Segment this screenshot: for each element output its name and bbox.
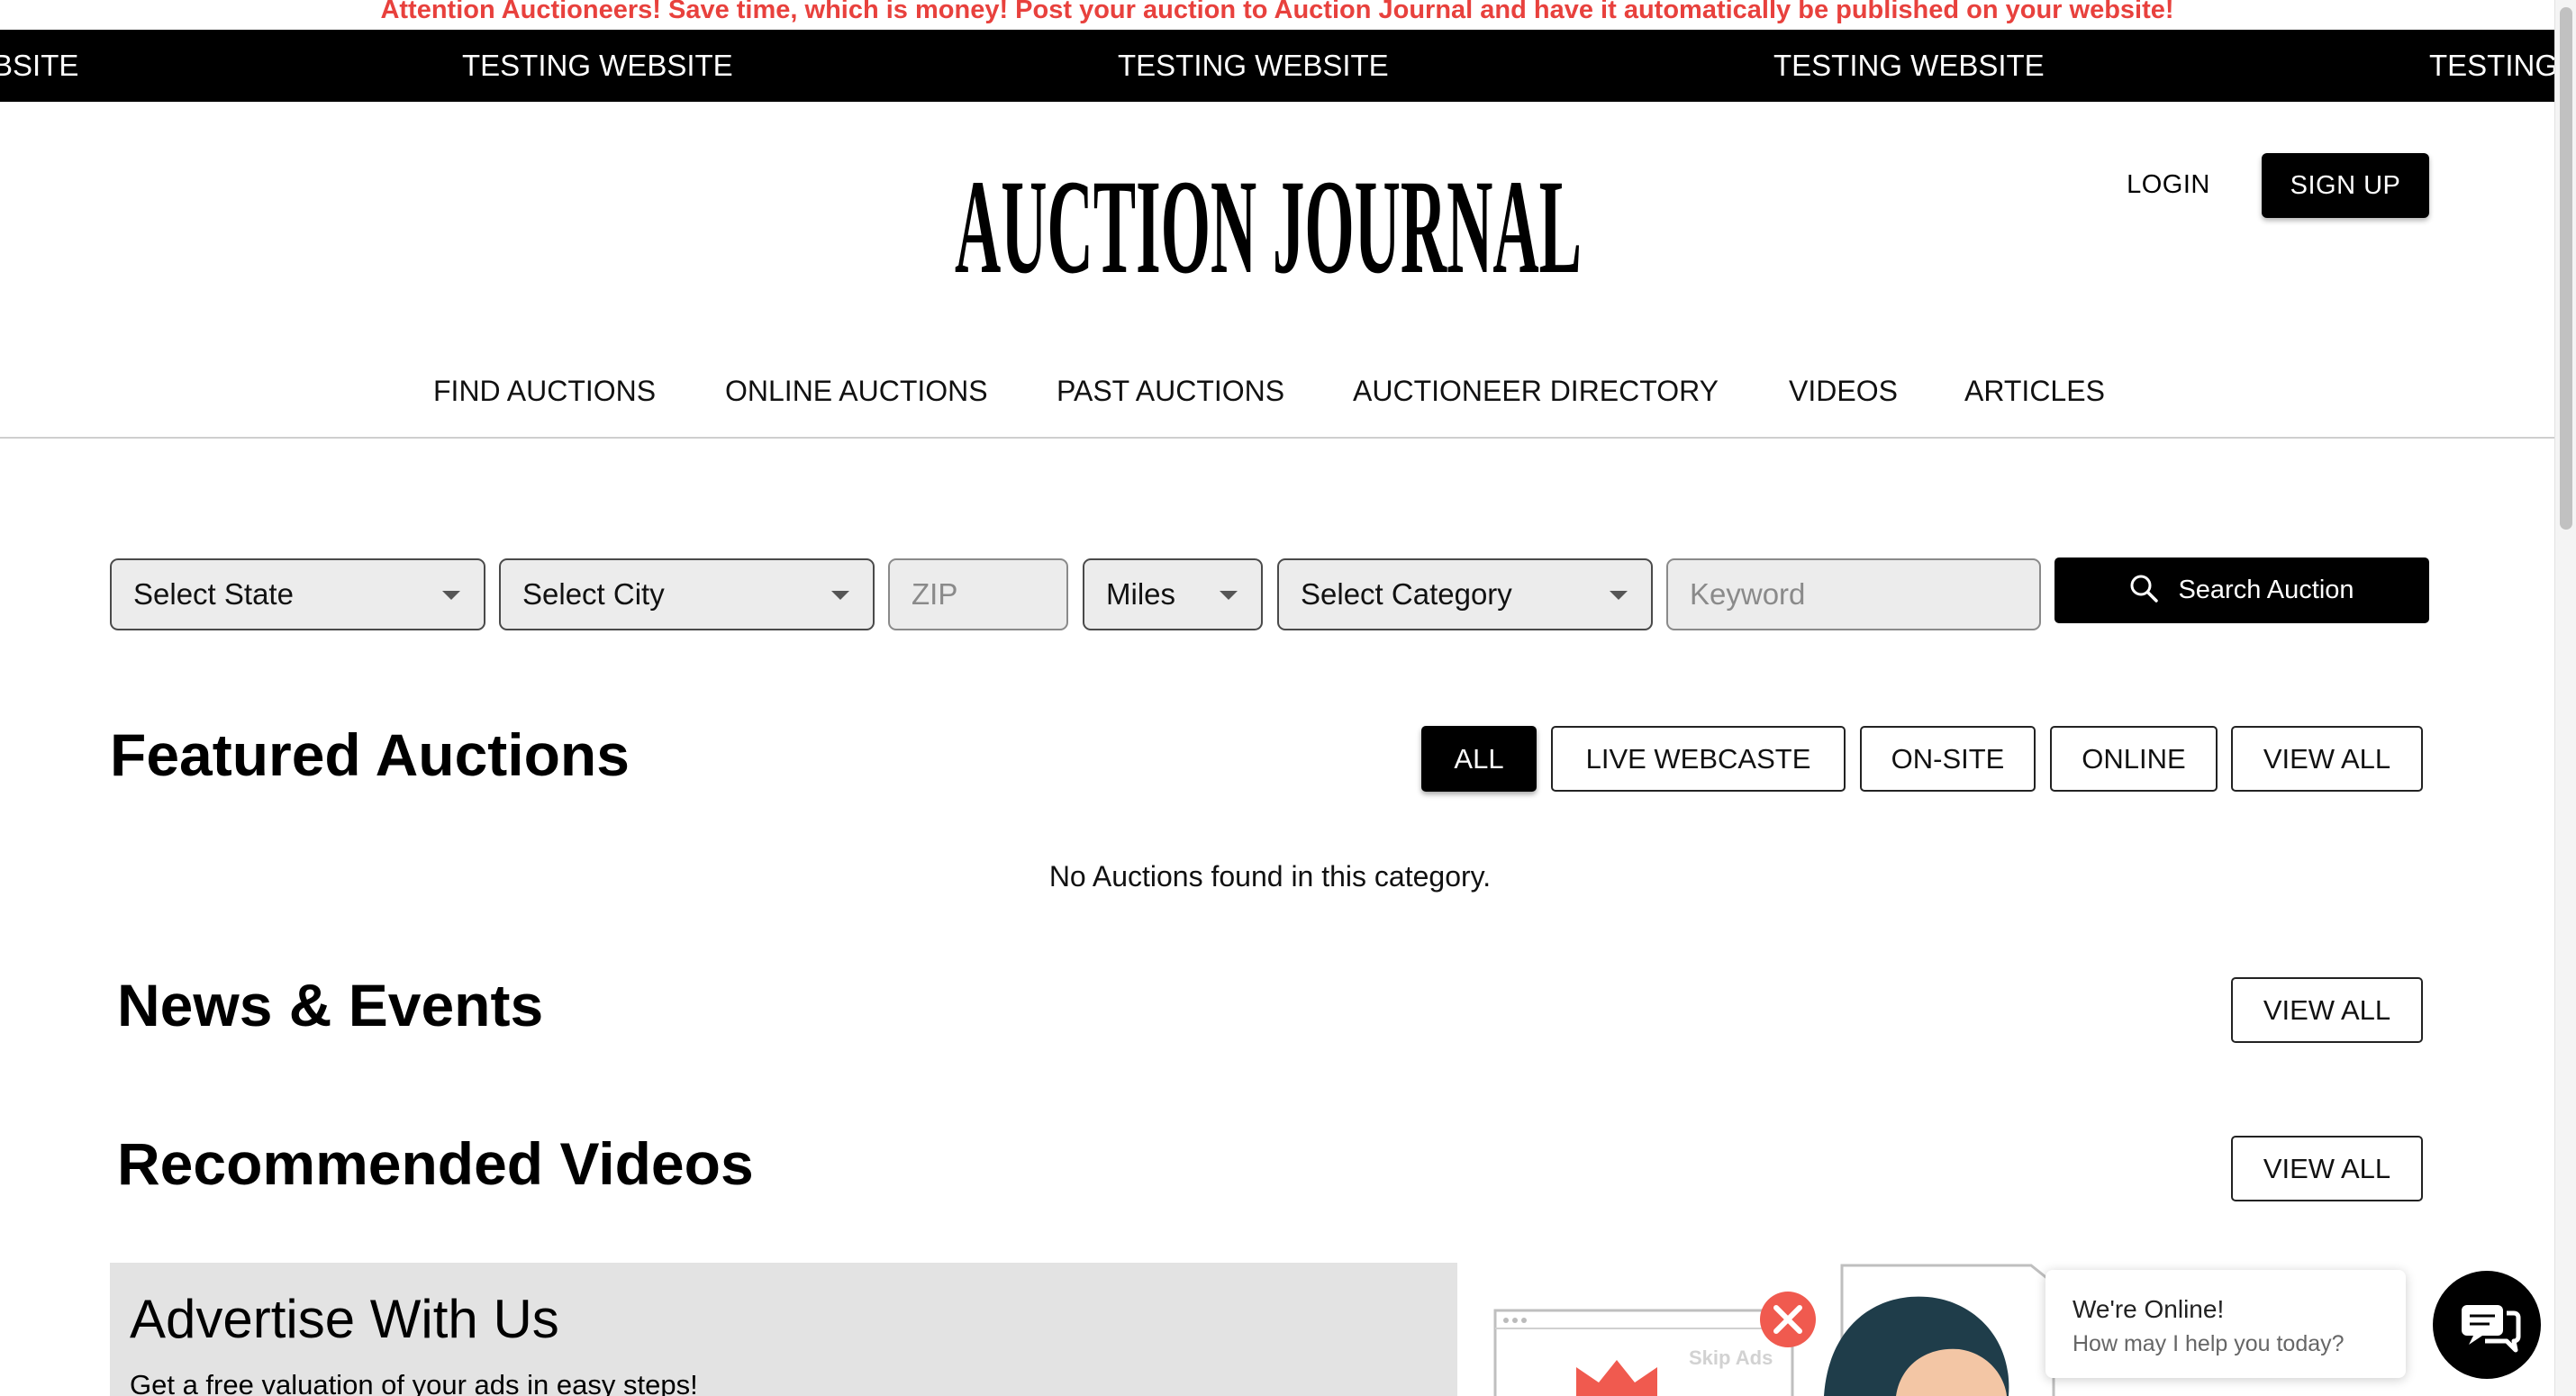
category-select[interactable]: Select Category <box>1277 558 1653 630</box>
site-logo[interactable]: AUCTION JOURNAL <box>953 152 1583 302</box>
nav-auctioneer-directory[interactable]: AUCTIONEER DIRECTORY <box>1353 365 1719 417</box>
announcement-banner: Attention Auctioneers! Save time, which … <box>380 0 2174 24</box>
skip-ads-label: Skip Ads <box>1689 1346 1773 1369</box>
search-icon <box>2130 575 2159 603</box>
chat-launcher-button[interactable] <box>2433 1271 2541 1379</box>
chevron-down-icon <box>1220 591 1238 600</box>
ticker-item: TESTING WEBSITE <box>1773 49 2045 82</box>
zip-input[interactable]: ZIP <box>888 558 1068 630</box>
chevron-down-icon <box>442 591 460 600</box>
filter-online[interactable]: ONLINE <box>2050 726 2218 792</box>
nav-videos[interactable]: VIDEOS <box>1789 365 1898 417</box>
nav-past-auctions[interactable]: PAST AUCTIONS <box>1057 365 1284 417</box>
advertise-subtitle: Get a free valuation of your ads in easy… <box>130 1369 698 1396</box>
filter-on-site[interactable]: ON-SITE <box>1860 726 2036 792</box>
advertise-illustration: Skip Ads <box>1486 1261 2117 1396</box>
filter-all[interactable]: ALL <box>1421 726 1537 792</box>
featured-view-all-button[interactable]: VIEW ALL <box>2231 726 2423 792</box>
keyword-placeholder: Keyword <box>1690 577 1806 611</box>
no-auctions-message: No Auctions found in this category. <box>1048 860 1492 893</box>
chat-popup-title: We're Online! <box>2073 1295 2225 1323</box>
featured-auctions-title: Featured Auctions <box>110 721 630 788</box>
news-view-all-button[interactable]: VIEW ALL <box>2231 977 2423 1043</box>
nav-online-auctions[interactable]: ONLINE AUCTIONS <box>725 365 988 417</box>
chat-bubble-icon <box>2462 1305 2521 1353</box>
nav-find-auctions[interactable]: FIND AUCTIONS <box>433 365 656 417</box>
ticker-item: TESTING WEBSITE <box>462 49 733 82</box>
advertise-panel: Advertise With Us Get a free valuation o… <box>110 1263 1457 1396</box>
search-auction-button[interactable]: Search Auction <box>2054 557 2429 623</box>
videos-view-all-button[interactable]: VIEW ALL <box>2231 1136 2423 1201</box>
logo-text: AUCTION JOURNAL <box>955 160 1582 286</box>
zip-placeholder: ZIP <box>912 577 958 611</box>
chat-popup-subtitle: How may I help you today? <box>2073 1331 2345 1356</box>
chevron-down-icon <box>831 591 849 600</box>
page-scrollbar[interactable] <box>2554 0 2576 1396</box>
chat-popup[interactable]: We're Online! How may I help you today? <box>2045 1270 2406 1378</box>
city-select-value: Select City <box>522 577 665 611</box>
search-button-label: Search Auction <box>2178 576 2354 604</box>
filter-live-webcaste[interactable]: LIVE WEBCASTE <box>1551 726 1846 792</box>
scrollbar-thumb[interactable] <box>2560 7 2572 530</box>
chevron-down-icon <box>1610 591 1628 600</box>
main-nav: FIND AUCTIONS ONLINE AUCTIONS PAST AUCTI… <box>0 365 2554 439</box>
ticker-bar: BSITE TESTING WEBSITE TESTING WEBSITE TE… <box>0 30 2554 102</box>
state-select-value: Select State <box>133 577 294 611</box>
city-select[interactable]: Select City <box>499 558 875 630</box>
signup-button[interactable]: SIGN UP <box>2262 153 2429 218</box>
category-select-value: Select Category <box>1301 577 1512 611</box>
ticker-item: BSITE <box>0 49 79 82</box>
advertise-title: Advertise With Us <box>130 1289 559 1349</box>
miles-select[interactable]: Miles <box>1083 558 1263 630</box>
keyword-input[interactable]: Keyword <box>1666 558 2041 630</box>
news-events-title: News & Events <box>117 972 544 1038</box>
ticker-item: TESTING <box>2429 49 2554 82</box>
state-select[interactable]: Select State <box>110 558 485 630</box>
login-link[interactable]: LOGIN <box>2108 153 2229 216</box>
recommended-videos-title: Recommended Videos <box>117 1130 754 1197</box>
miles-select-value: Miles <box>1106 577 1176 611</box>
ticker-item: TESTING WEBSITE <box>1118 49 1389 82</box>
nav-articles[interactable]: ARTICLES <box>1964 365 2105 417</box>
